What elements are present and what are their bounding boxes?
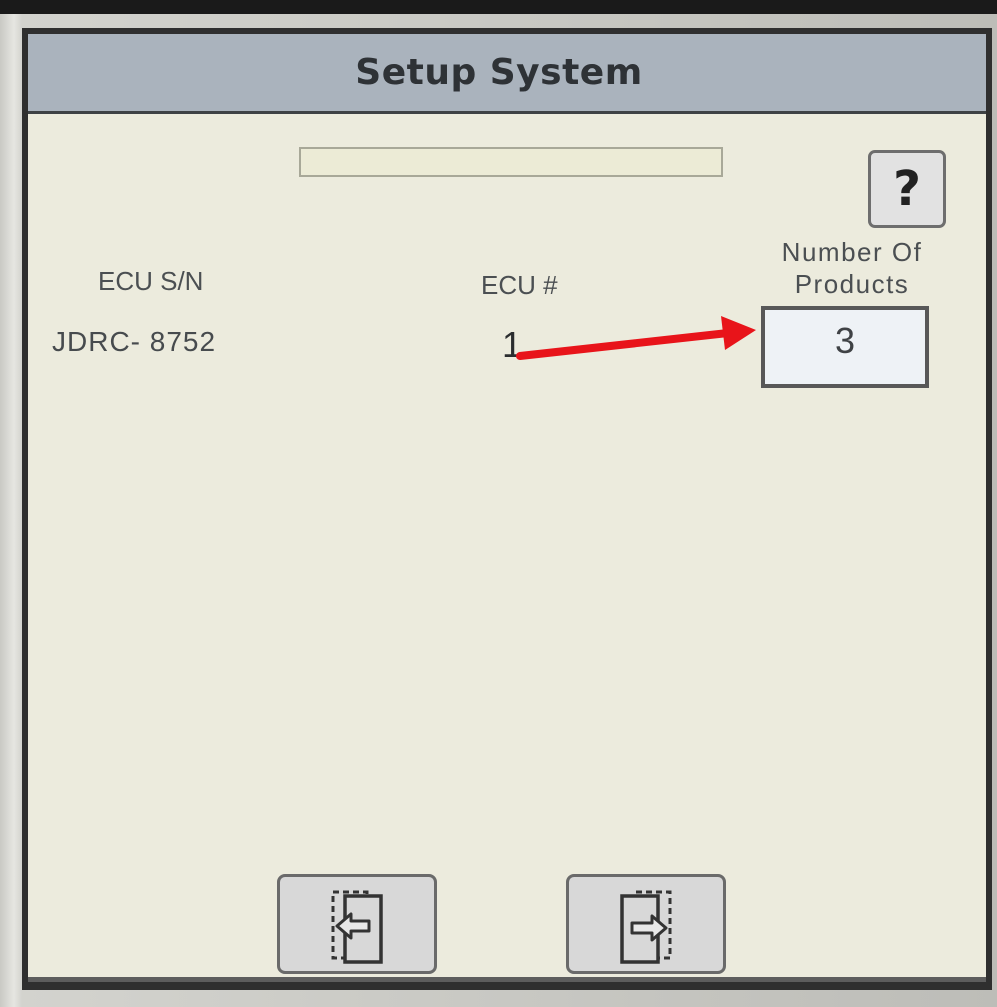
number-of-products-input[interactable]: 3 <box>761 306 929 388</box>
number-of-products-header: Number Of Products <box>752 236 952 300</box>
setup-system-screen: Setup System ? ECU S/N ECU # Number Of P… <box>22 28 992 990</box>
ecu-sn-value: JDRC- 8752 <box>52 326 217 357</box>
number-of-products-header-line2: Products <box>794 269 910 299</box>
number-of-products-value: 3 <box>834 320 856 361</box>
annotation-arrow <box>516 316 756 360</box>
page-forward-icon <box>620 890 672 964</box>
page-title: Setup System <box>355 52 643 93</box>
next-page-button[interactable] <box>566 874 726 974</box>
ecu-sn-header: ECU S/N <box>98 266 204 296</box>
annotation-arrow-shaft <box>516 329 732 360</box>
status-message-field <box>299 147 723 177</box>
help-icon: ? <box>893 161 921 217</box>
bezel-top-edge <box>0 0 997 14</box>
previous-page-button[interactable] <box>277 874 437 974</box>
ecu-number-value: 1 <box>502 324 523 365</box>
annotation-arrow-head <box>721 316 756 350</box>
number-of-products-header-line1: Number Of <box>781 237 923 267</box>
ecu-number-header: ECU # <box>481 270 558 300</box>
page-back-icon <box>331 890 383 964</box>
help-button[interactable]: ? <box>868 150 946 228</box>
title-bar: Setup System <box>28 34 986 114</box>
